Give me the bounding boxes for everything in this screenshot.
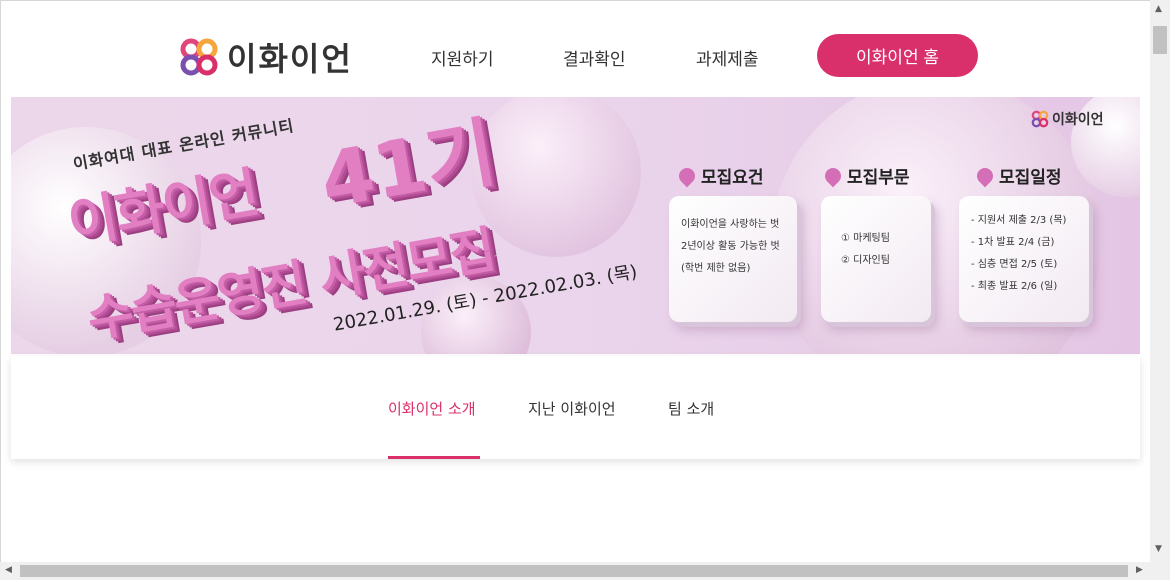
division-line: ② 디자인팀	[841, 255, 890, 266]
ewhaian-home-button[interactable]: 이화이언 홈	[817, 34, 978, 77]
scroll-up-arrow-icon[interactable]: ▲	[1155, 4, 1162, 14]
schedule-title: 모집일정	[973, 163, 1062, 188]
pin-icon	[675, 164, 699, 187]
nav-apply[interactable]: 지원하기	[431, 45, 494, 70]
nav-submit-assignment[interactable]: 과제제출	[696, 45, 759, 70]
browser-page: 이화이언 지원하기 결과확인 과제제출 이화이언 홈 이화여대 대표 온라인 커…	[0, 0, 1150, 562]
requirements-line: 이화이언을 사랑하는 벗	[681, 219, 780, 230]
banner-logo: 이화이언	[1031, 109, 1104, 129]
schedule-line: - 최종 발표 2/6 (일)	[971, 281, 1058, 292]
pin-icon	[821, 164, 845, 187]
active-tab-indicator	[388, 456, 480, 459]
pin-icon	[973, 164, 997, 187]
scroll-down-arrow-icon[interactable]: ▼	[1155, 544, 1162, 554]
nav-check-result[interactable]: 결과확인	[563, 45, 626, 70]
ewhaian-logo-icon	[1031, 110, 1049, 128]
horizontal-scrollbar[interactable]: ◀ ▶	[0, 562, 1150, 580]
scroll-left-arrow-icon[interactable]: ◀	[5, 565, 12, 575]
schedule-card: - 지원서 제출 2/3 (목) - 1차 발표 2/4 (금) - 심층 면접…	[959, 196, 1089, 322]
division-card: ① 마케팅팀 ② 디자인팀	[821, 196, 931, 322]
schedule-line: - 지원서 제출 2/3 (목)	[971, 215, 1067, 226]
division-line: ① 마케팅팀	[841, 233, 890, 244]
site-logo[interactable]: 이화이언	[179, 34, 353, 80]
section-tabs: 이화이언 소개 지난 이화이언 팀 소개	[11, 356, 1140, 459]
ewhaian-logo-icon	[179, 37, 219, 77]
tab-past-ewhaian[interactable]: 지난 이화이언	[528, 398, 616, 419]
schedule-line: - 1차 발표 2/4 (금)	[971, 237, 1055, 248]
schedule-line: - 심층 면접 2/5 (토)	[971, 259, 1058, 270]
requirements-line: 2년이상 활동 가능한 벗	[681, 241, 780, 252]
scrollbar-corner	[1150, 562, 1170, 580]
logo-text: 이화이언	[227, 40, 353, 78]
tab-ewhaian-intro[interactable]: 이화이언 소개	[388, 398, 476, 419]
tab-team-intro[interactable]: 팀 소개	[668, 398, 714, 419]
vertical-scrollbar[interactable]: ▲ ▼	[1150, 0, 1170, 562]
horizontal-scroll-thumb[interactable]	[20, 565, 1128, 577]
banner-logo-text: 이화이언	[1052, 112, 1104, 128]
site-header: 이화이언 지원하기 결과확인 과제제출 이화이언 홈	[1, 1, 1150, 96]
requirements-title-text: 모집요건	[701, 168, 764, 188]
vertical-scroll-thumb[interactable]	[1153, 26, 1167, 54]
requirements-title: 모집요건	[675, 163, 764, 188]
scroll-right-arrow-icon[interactable]: ▶	[1136, 565, 1143, 575]
requirements-line: (학번 제한 없음)	[681, 263, 751, 274]
division-title: 모집부문	[821, 163, 910, 188]
requirements-card: 이화이언을 사랑하는 벗 2년이상 활동 가능한 벗 (학번 제한 없음)	[669, 196, 797, 322]
division-title-text: 모집부문	[847, 168, 910, 188]
schedule-title-text: 모집일정	[999, 168, 1062, 188]
